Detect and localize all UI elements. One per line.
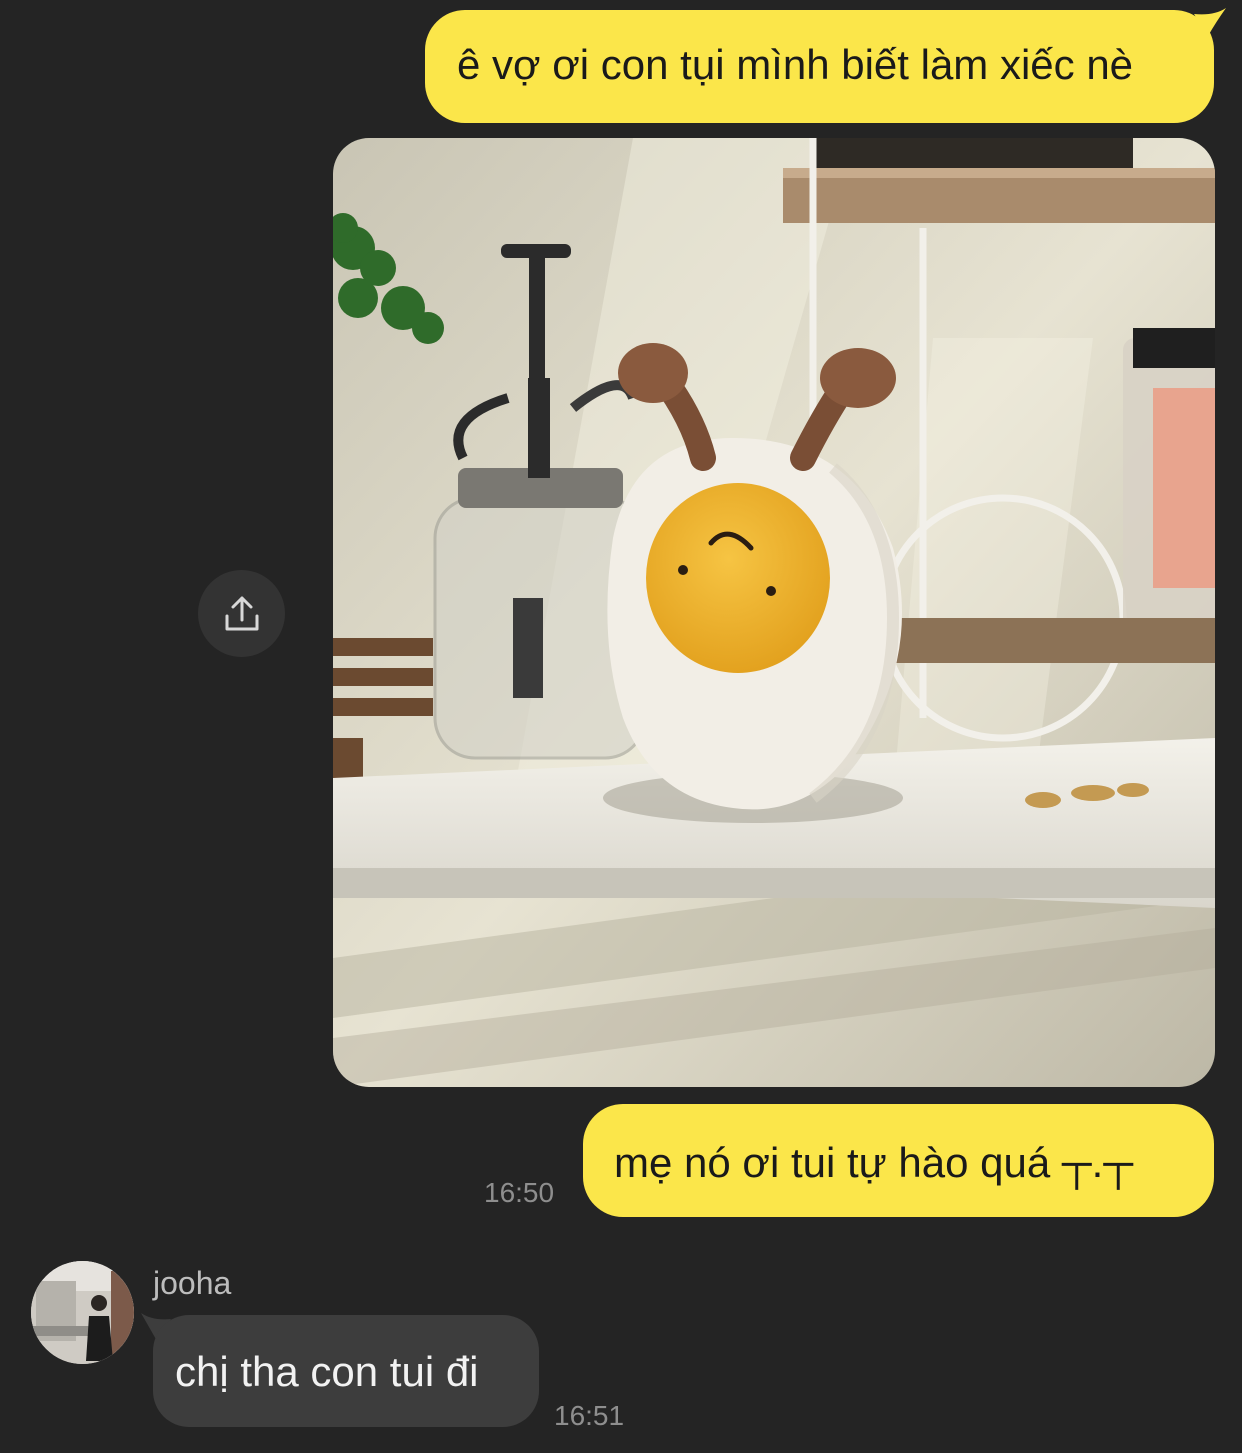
share-upload-icon [225,596,258,630]
sender-name: jooha [153,1265,232,1301]
photo-message[interactable] [333,138,1215,1087]
avatar[interactable] [31,1261,134,1364]
incoming-message[interactable]: chị tha con tui đi [153,1315,539,1427]
message-timestamp: 16:50 [484,1177,555,1208]
avatar-image [31,1261,134,1364]
outgoing-message[interactable]: ê vợ ơi con tụi mình biết làm xiếc nè [425,10,1214,123]
share-button[interactable] [198,570,285,657]
egg-plush-photo [333,138,1215,1087]
message-timestamp: 16:51 [554,1400,625,1431]
outgoing-message[interactable]: mẹ nó ơi tui tự hào quá ┬.┬ [583,1104,1214,1217]
